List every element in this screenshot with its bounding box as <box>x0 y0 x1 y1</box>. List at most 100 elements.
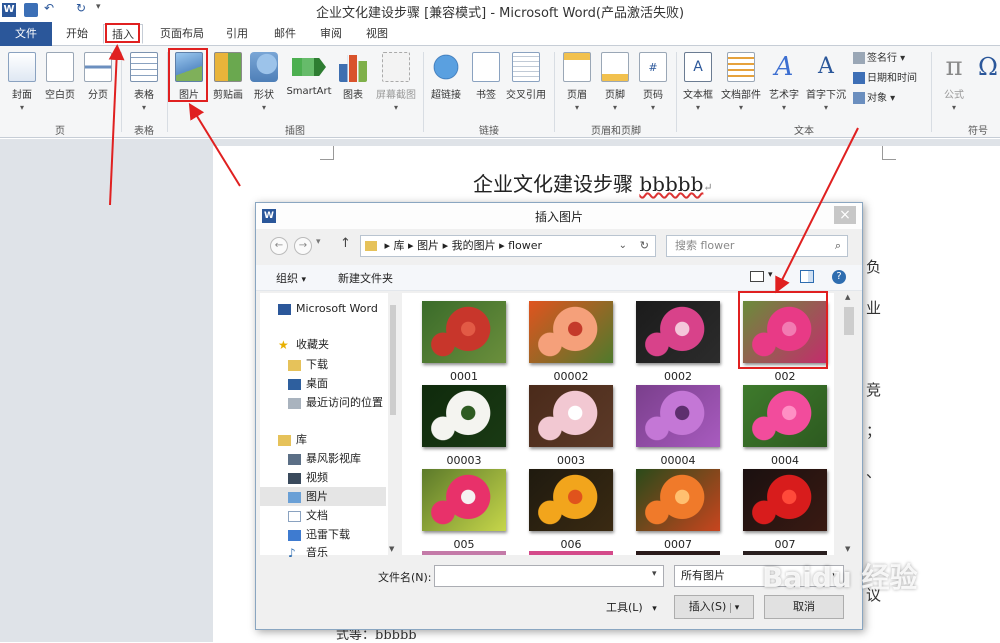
tab-file[interactable]: 文件 <box>0 22 52 46</box>
help-icon[interactable]: ? <box>832 270 846 284</box>
nav-item-pictures[interactable]: 图片 <box>260 487 386 506</box>
drop-cap-button[interactable]: A 首字下沉 ▾ <box>803 50 849 112</box>
file-thumbnail[interactable]: 00004 <box>636 385 720 467</box>
bookmark-button[interactable]: 书签 <box>466 50 506 101</box>
file-thumbnail[interactable]: 0003 <box>529 385 613 467</box>
breadcrumb-library[interactable]: 库 <box>394 239 405 252</box>
chevron-down-icon[interactable]: ▼ <box>845 545 850 553</box>
signature-line-button[interactable]: 签名行 ▾ <box>853 50 905 68</box>
file-thumbnail[interactable]: 0001 <box>422 301 506 383</box>
page-number-button[interactable]: # 页码 ▾ <box>633 50 673 112</box>
back-button[interactable]: ← <box>270 237 288 255</box>
scroll-thumb[interactable] <box>390 305 396 415</box>
tab-view[interactable]: 视图 <box>358 24 396 44</box>
tools-button[interactable]: 工具(L) ▾ <box>606 599 657 615</box>
scroll-thumb[interactable] <box>844 307 854 335</box>
nav-item-thunder-downloads[interactable]: 迅雷下载 <box>288 525 350 544</box>
chevron-up-icon[interactable]: ▲ <box>845 293 850 301</box>
group-label-text: 文本 <box>794 126 814 137</box>
smartart-button[interactable]: SmartArt <box>284 50 334 97</box>
object-icon <box>853 92 865 104</box>
new-folder-button[interactable]: 新建文件夹 <box>338 270 393 286</box>
recent-locations-button[interactable]: ▾ <box>316 237 321 247</box>
chevron-down-icon[interactable]: ▾ <box>768 270 773 280</box>
header-button[interactable]: 页眉 ▾ <box>557 50 597 112</box>
file-thumbnail[interactable]: 0004 <box>743 385 827 467</box>
chevron-down-icon[interactable]: ▼ <box>389 545 394 553</box>
footer-button[interactable]: 页脚 ▾ <box>595 50 635 112</box>
page-break-icon <box>84 52 112 82</box>
date-time-button[interactable]: 日期和时间 <box>853 70 917 88</box>
object-button[interactable]: 对象 ▾ <box>853 90 895 108</box>
clip-art-icon <box>214 52 242 82</box>
clip-art-button[interactable]: 剪贴画 <box>208 50 248 101</box>
navigation-pane: Microsoft Word ★ 收藏夹 下载 桌面 最近访问的位置 库 暴风影视… <box>260 293 390 559</box>
file-grid-scrollbar[interactable]: ▲ ▼ <box>842 293 856 555</box>
cover-page-button[interactable]: 封面 ▾ <box>2 50 42 112</box>
breadcrumb-my-pictures[interactable]: 我的图片 <box>452 239 496 252</box>
file-thumbnail[interactable]: 006 <box>529 469 613 551</box>
nav-item-word[interactable]: Microsoft Word <box>278 299 378 318</box>
chart-button[interactable]: 图表 <box>333 50 373 101</box>
nav-scrollbar[interactable]: ▼ <box>388 293 398 555</box>
file-thumbnail[interactable]: 007 <box>743 469 827 551</box>
filename-input[interactable] <box>434 565 664 587</box>
nav-item-libraries[interactable]: 库 <box>278 430 307 449</box>
file-thumbnail-partial[interactable] <box>636 551 720 555</box>
organize-button[interactable]: 组织 ▾ <box>276 270 306 286</box>
file-thumbnail-partial[interactable] <box>529 551 613 555</box>
tab-references[interactable]: 引用 <box>218 24 256 44</box>
table-button[interactable]: 表格 ▾ <box>124 50 164 112</box>
screenshot-button[interactable]: 屏幕截图 ▾ <box>372 50 420 112</box>
chevron-down-icon[interactable]: ⌄ <box>619 236 627 256</box>
nav-item-videos[interactable]: 视频 <box>288 468 328 487</box>
file-thumbnail-partial[interactable] <box>422 551 506 555</box>
page-break-button[interactable]: 分页 <box>78 50 118 101</box>
cross-reference-button[interactable]: 交叉引用 <box>503 50 549 101</box>
nav-item-storm-video[interactable]: 暴风影视库 <box>288 449 361 468</box>
preview-pane-icon[interactable] <box>800 270 814 283</box>
text-box-button[interactable]: A 文本框 ▾ <box>678 50 718 112</box>
tab-mailings[interactable]: 邮件 <box>266 24 304 44</box>
breadcrumb-flower[interactable]: flower <box>508 239 542 252</box>
file-thumbnail-partial[interactable] <box>743 551 827 555</box>
cancel-button[interactable]: 取消 <box>764 595 844 619</box>
insert-button[interactable]: 插入(S) ▾ <box>674 595 754 619</box>
file-thumbnail[interactable]: 00002 <box>529 301 613 383</box>
chevron-down-icon[interactable]: ▾ <box>652 569 657 579</box>
cover-page-icon <box>8 52 36 82</box>
up-button[interactable]: ↑ <box>340 236 351 251</box>
quick-parts-button[interactable]: 文档部件 ▾ <box>718 50 764 112</box>
address-bar[interactable]: ▸ 库 ▸ 图片 ▸ 我的图片 ▸ flower ⌄ ↻ <box>360 235 656 257</box>
close-icon: × <box>839 207 851 223</box>
file-thumbnail[interactable]: 00003 <box>422 385 506 467</box>
hyperlink-icon <box>432 52 460 82</box>
file-thumbnail[interactable]: 0002 <box>636 301 720 383</box>
equation-button[interactable]: π 公式 ▾ <box>934 50 974 112</box>
file-thumbnail[interactable]: 0007 <box>636 469 720 551</box>
hyperlink-button[interactable]: 超链接 <box>426 50 466 101</box>
shapes-button[interactable]: 形状 ▾ <box>244 50 284 112</box>
nav-item-documents[interactable]: 文档 <box>288 506 328 525</box>
thumbnail-image <box>529 385 613 447</box>
close-button[interactable]: × <box>834 206 856 224</box>
nav-item-favorites[interactable]: ★ 收藏夹 <box>278 335 329 354</box>
quick-parts-icon <box>727 52 755 82</box>
nav-item-recent-places[interactable]: 最近访问的位置 <box>288 393 383 412</box>
file-thumbnail[interactable]: 005 <box>422 469 506 551</box>
tab-review[interactable]: 审阅 <box>312 24 350 44</box>
view-options-icon[interactable] <box>750 271 764 282</box>
refresh-icon[interactable]: ↻ <box>640 236 649 256</box>
forward-button[interactable]: → <box>294 237 312 255</box>
breadcrumb-pictures[interactable]: 图片 <box>417 239 439 252</box>
nav-item-downloads[interactable]: 下载 <box>288 355 328 374</box>
doc-text-fragment: 业 <box>866 299 882 317</box>
search-input[interactable]: 搜索 flower ⌕ <box>666 235 848 257</box>
tab-page-layout[interactable]: 页面布局 <box>152 24 212 44</box>
group-separator <box>676 52 677 132</box>
tab-home[interactable]: 开始 <box>58 24 96 44</box>
nav-item-desktop[interactable]: 桌面 <box>288 374 328 393</box>
blank-page-button[interactable]: 空白页 <box>40 50 80 101</box>
symbol-button[interactable]: Ω <box>974 50 1000 86</box>
wordart-button[interactable]: A 艺术字 ▾ <box>764 50 804 112</box>
